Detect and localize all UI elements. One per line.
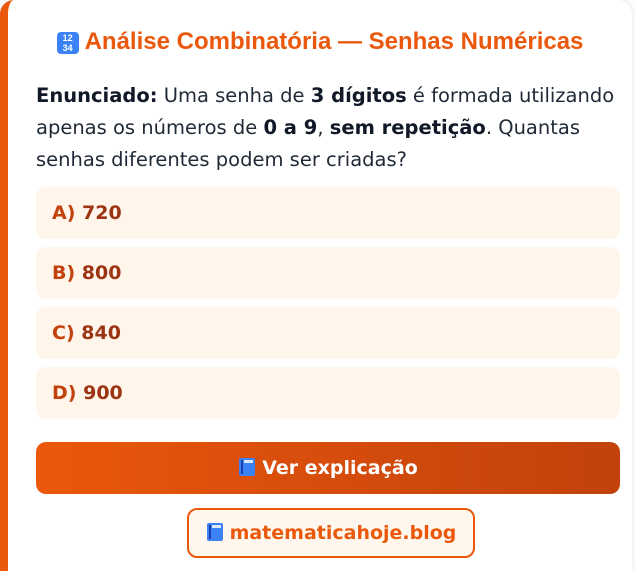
statement-highlight: 0 a 9 (263, 116, 318, 139)
statement-highlight: sem repetição (329, 116, 486, 139)
statement-text: , (317, 116, 330, 139)
option-letter: B) (52, 262, 76, 284)
show-explanation-button[interactable]: Ver explicação (36, 442, 620, 494)
option-value: 800 (81, 262, 122, 284)
option-letter: C) (52, 322, 75, 344)
statement-text: Uma senha de (157, 84, 311, 107)
option-value: 900 (83, 382, 123, 404)
book-icon (206, 523, 223, 541)
quiz-title: 12 34 Análise Combinatória — Senhas Numéri… (8, 28, 632, 56)
option-b[interactable]: B) 800 (36, 247, 620, 299)
site-link-button[interactable]: matematicahoje.blog (187, 508, 475, 558)
option-value: 720 (82, 202, 122, 224)
statement-highlight: 3 dígitos (310, 84, 407, 107)
problem-statement: Enunciado: Uma senha de 3 dígitos é form… (36, 80, 626, 176)
numbers-emoji-icon: 12 34 (56, 32, 79, 54)
option-letter: D) (52, 382, 77, 404)
statement-label: Enunciado: (36, 84, 158, 107)
book-icon (239, 458, 256, 476)
option-value: 840 (81, 322, 121, 344)
option-c[interactable]: C) 840 (36, 307, 620, 359)
quiz-card: 12 34 Análise Combinatória — Senhas Numéri… (0, 0, 632, 571)
show-explanation-label: Ver explicação (262, 457, 418, 479)
option-d[interactable]: D) 900 (36, 367, 620, 419)
quiz-title-text: Análise Combinatória — Senhas Numéricas (84, 28, 584, 55)
site-link-label: matematicahoje.blog (229, 522, 457, 544)
option-a[interactable]: A) 720 (36, 187, 620, 239)
option-letter: A) (52, 202, 76, 224)
